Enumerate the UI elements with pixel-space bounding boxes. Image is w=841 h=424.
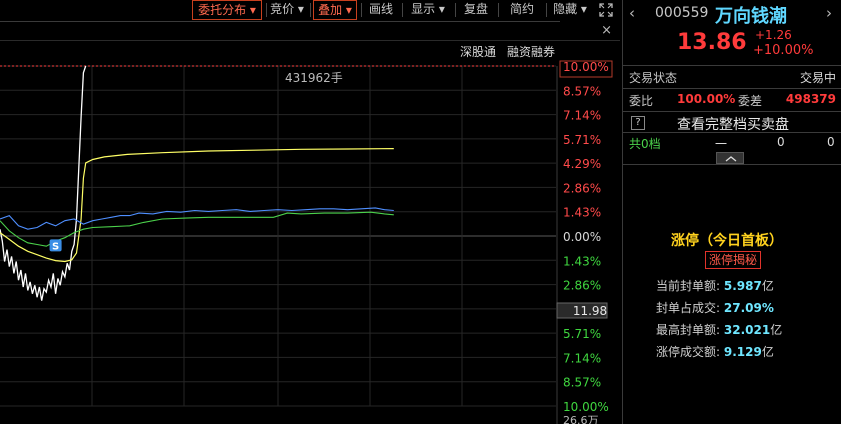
order-diff-label: 委差: [738, 94, 763, 108]
price-change-pct: +10.00%: [753, 43, 814, 58]
axis-tick-label: 10.00%: [563, 400, 609, 414]
simple-button[interactable]: 简约: [501, 0, 543, 20]
trading-status-row: 交易状态 交易中: [623, 67, 841, 87]
levels-col1: 一: [715, 137, 728, 151]
axis-tick-label: 8.57%: [563, 376, 601, 390]
price-change: +1.26: [755, 28, 792, 42]
price-row: 13.86 +1.26 +10.00%: [623, 28, 841, 60]
status-value: 交易中: [799, 71, 836, 85]
volume-label: 431962手: [285, 71, 343, 85]
full-book-row[interactable]: ? 查看完整档买卖盘: [623, 112, 841, 134]
stat-label: 封单占成交:: [656, 301, 721, 315]
limit-up-title: 涨停（今日首板）: [671, 233, 783, 249]
overlay-line-blue: [0, 207, 394, 230]
collapse-icon[interactable]: [716, 152, 744, 164]
order-ratio-label: 委比: [629, 94, 654, 108]
divider: [623, 132, 841, 133]
divider: [623, 65, 841, 66]
intraday-chart: 10.00% 8.57% 7.14% 5.71% 4.29% 2.86% 1.43% 0.00…: [0, 60, 613, 424]
stat-label: 涨停成交额:: [656, 345, 721, 359]
subheader-strip: [0, 21, 560, 41]
toolbar-divider: [266, 3, 267, 17]
order-ratio-value: 100.00%: [677, 92, 736, 106]
axis-tick-label: 2.86%: [563, 181, 601, 195]
draw-line-button[interactable]: 画线: [364, 0, 398, 20]
stock-name: 万向钱潮: [715, 6, 787, 27]
hk-connect-link[interactable]: 深股通: [460, 43, 496, 61]
order-diff-value: 498379: [785, 92, 836, 106]
full-book-link[interactable]: 查看完整档买卖盘: [677, 114, 789, 134]
levels-label: 共0档: [629, 137, 661, 151]
axis-tick-label: 5.71%: [563, 133, 601, 147]
toolbar-divider: [310, 3, 311, 17]
axis-tick-label: 7.14%: [563, 351, 601, 365]
quote-header: ‹ 000559 万向钱潮 ›: [623, 3, 841, 27]
volume-axis-label: 26.6万: [563, 414, 599, 424]
stat-label: 当前封单额:: [656, 279, 721, 293]
chart-toolbar: 委托分布 ▾ 竞价 ▾ 叠加 ▾ 画线 显示 ▾ 复盘 简约 隐藏 ▾: [0, 0, 620, 20]
limit-up-reveal-button[interactable]: 涨停揭秘: [705, 251, 762, 269]
divider: [623, 164, 841, 165]
axis-tick-label: 7.14%: [563, 109, 601, 123]
toolbar-divider: [546, 3, 547, 17]
toolbar-divider: [402, 3, 403, 17]
stat-value: 5.987: [723, 279, 762, 293]
help-icon: ?: [631, 116, 645, 130]
stat-unit: 亿: [770, 323, 783, 337]
hide-menu[interactable]: 隐藏 ▾: [548, 0, 592, 20]
overlay-menu[interactable]: 叠加 ▾: [313, 0, 357, 20]
close-icon[interactable]: ×: [601, 21, 612, 40]
sell-marker-label: S: [52, 241, 59, 252]
axis-tick-label: 1.43%: [563, 254, 601, 268]
axis-tick-label: 1.43%: [563, 206, 601, 220]
order-ratio-row: 委比 100.00% 委差 498379: [623, 90, 841, 110]
back-icon[interactable]: ‹: [629, 3, 635, 23]
stat-value: 27.09%: [723, 301, 774, 315]
status-label: 交易状态: [629, 71, 678, 85]
levels-row: 共0档 一 0 0: [623, 134, 841, 152]
axis-tick-label: 4.29%: [563, 157, 601, 171]
toolbar-divider: [498, 3, 499, 17]
limit-up-stat-row: 最高封单额: 32.021亿: [656, 321, 836, 339]
replay-button[interactable]: 复盘: [458, 0, 494, 20]
toolbar-divider: [455, 3, 456, 17]
stat-value: 9.129: [723, 345, 762, 359]
limit-up-stat-row: 当前封单额: 5.987亿: [656, 277, 836, 295]
stat-unit: 亿: [761, 345, 774, 359]
stock-code: 000559: [655, 5, 709, 21]
last-price: 13.86: [677, 30, 747, 55]
axis-tick-label: 8.57%: [563, 84, 601, 98]
levels-col2: 0: [777, 135, 785, 149]
stat-value: 32.021: [723, 323, 771, 337]
axis-tick-label: 10.00%: [563, 60, 609, 74]
expand-icon[interactable]: [596, 0, 616, 20]
toolbar-divider: [361, 3, 362, 17]
price-marker-label: 11.98: [573, 304, 607, 318]
axis-tick-label: 2.86%: [563, 279, 601, 293]
margin-trading-link[interactable]: 融资融券: [507, 43, 555, 61]
next-icon[interactable]: ›: [826, 3, 832, 23]
order-distribution-menu[interactable]: 委托分布 ▾: [192, 0, 262, 20]
auction-menu[interactable]: 竞价 ▾: [268, 0, 306, 20]
price-line: [0, 65, 87, 301]
stat-unit: 亿: [761, 279, 774, 293]
axis-tick-label: 0.00%: [563, 230, 601, 244]
levels-col3: 0: [827, 135, 835, 149]
limit-up-stat-row: 涨停成交额: 9.129亿: [656, 343, 836, 361]
chart-subheader: ×: [0, 21, 620, 41]
stat-label: 最高封单额:: [656, 323, 721, 337]
display-menu[interactable]: 显示 ▾: [405, 0, 451, 20]
divider: [623, 88, 841, 89]
quote-panel: ‹ 000559 万向钱潮 › 13.86 +1.26 +10.00% 交易状态…: [622, 0, 841, 424]
limit-up-stat-row: 封单占成交: 27.09%: [656, 299, 836, 317]
axis-tick-label: 5.71%: [563, 327, 601, 341]
